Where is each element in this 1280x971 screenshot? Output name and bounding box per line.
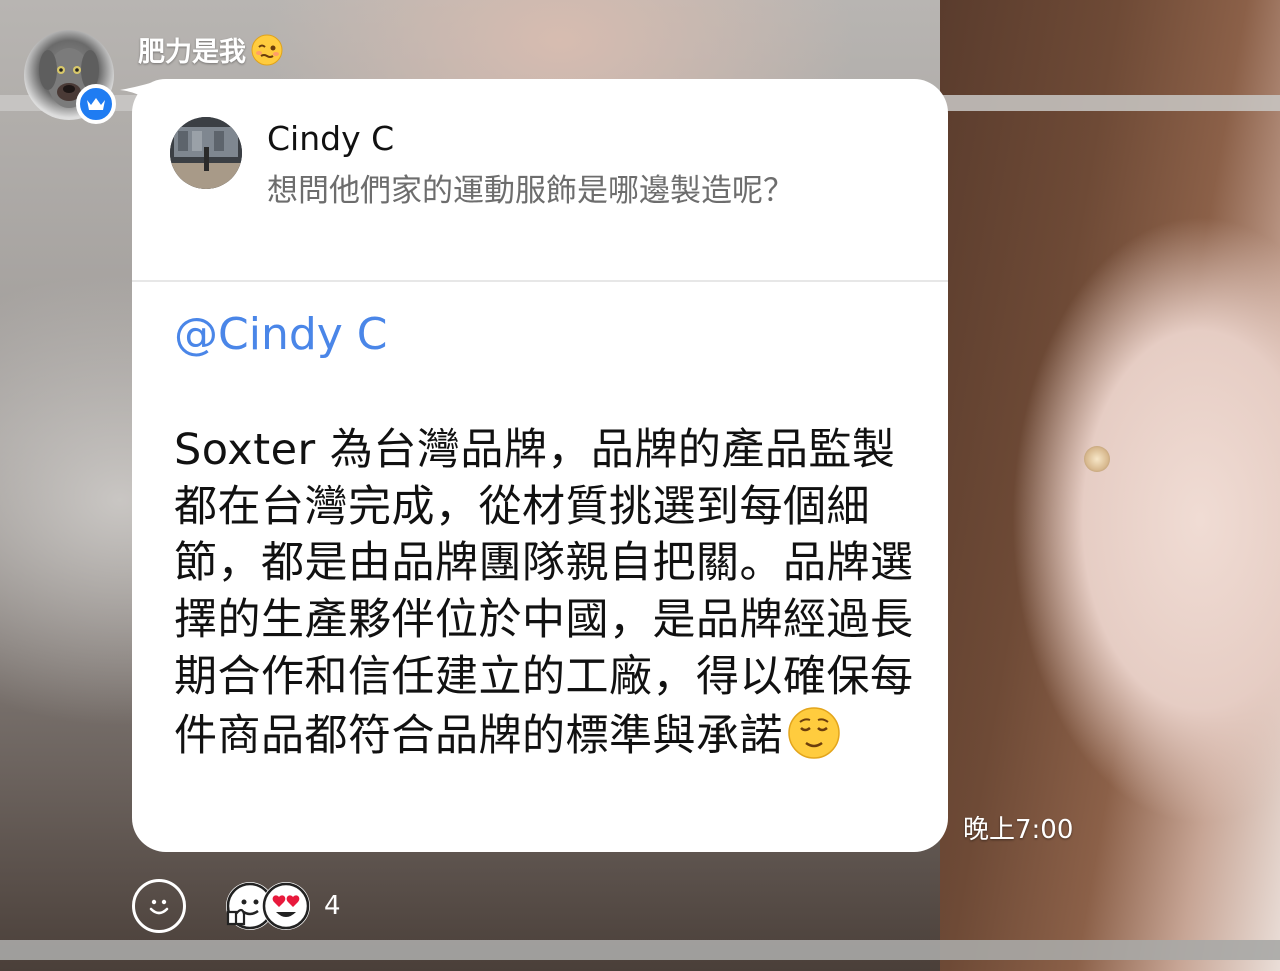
smiley-add-reaction-icon xyxy=(149,899,169,915)
quoted-message[interactable]: Cindy C 想問他們家的運動服飾是哪邊製造呢？ xyxy=(132,79,948,282)
mention-link[interactable]: @Cindy C xyxy=(174,309,388,360)
message-bubble[interactable]: Cindy C 想問他們家的運動服飾是哪邊製造呢？ @Cindy C Soxte… xyxy=(132,79,948,852)
quoted-user-name: Cindy C xyxy=(267,119,395,158)
woozy-face-icon xyxy=(251,34,283,65)
heart-eyes-face-icon xyxy=(262,882,310,930)
earring xyxy=(1084,446,1110,472)
add-reaction-button[interactable] xyxy=(132,879,186,933)
relieved-face-emoji xyxy=(787,706,841,775)
message-timestamp: 晚上7:00 xyxy=(963,815,1074,845)
crown-badge-icon xyxy=(76,84,116,124)
sender-name[interactable]: 肥力是我 xyxy=(138,30,284,69)
quoted-user-avatar xyxy=(170,117,242,189)
reaction-count: 4 xyxy=(324,891,341,921)
street-photo-avatar-icon xyxy=(170,117,242,189)
quoted-message-text: 想問他們家的運動服飾是哪邊製造呢？ xyxy=(267,173,794,209)
reactions-summary[interactable]: 4 xyxy=(226,880,341,932)
reply-message-text: Soxter 為台灣品牌，品牌的產品監製都在台灣完成，從材質挑選到每個細節，都是… xyxy=(174,422,914,774)
